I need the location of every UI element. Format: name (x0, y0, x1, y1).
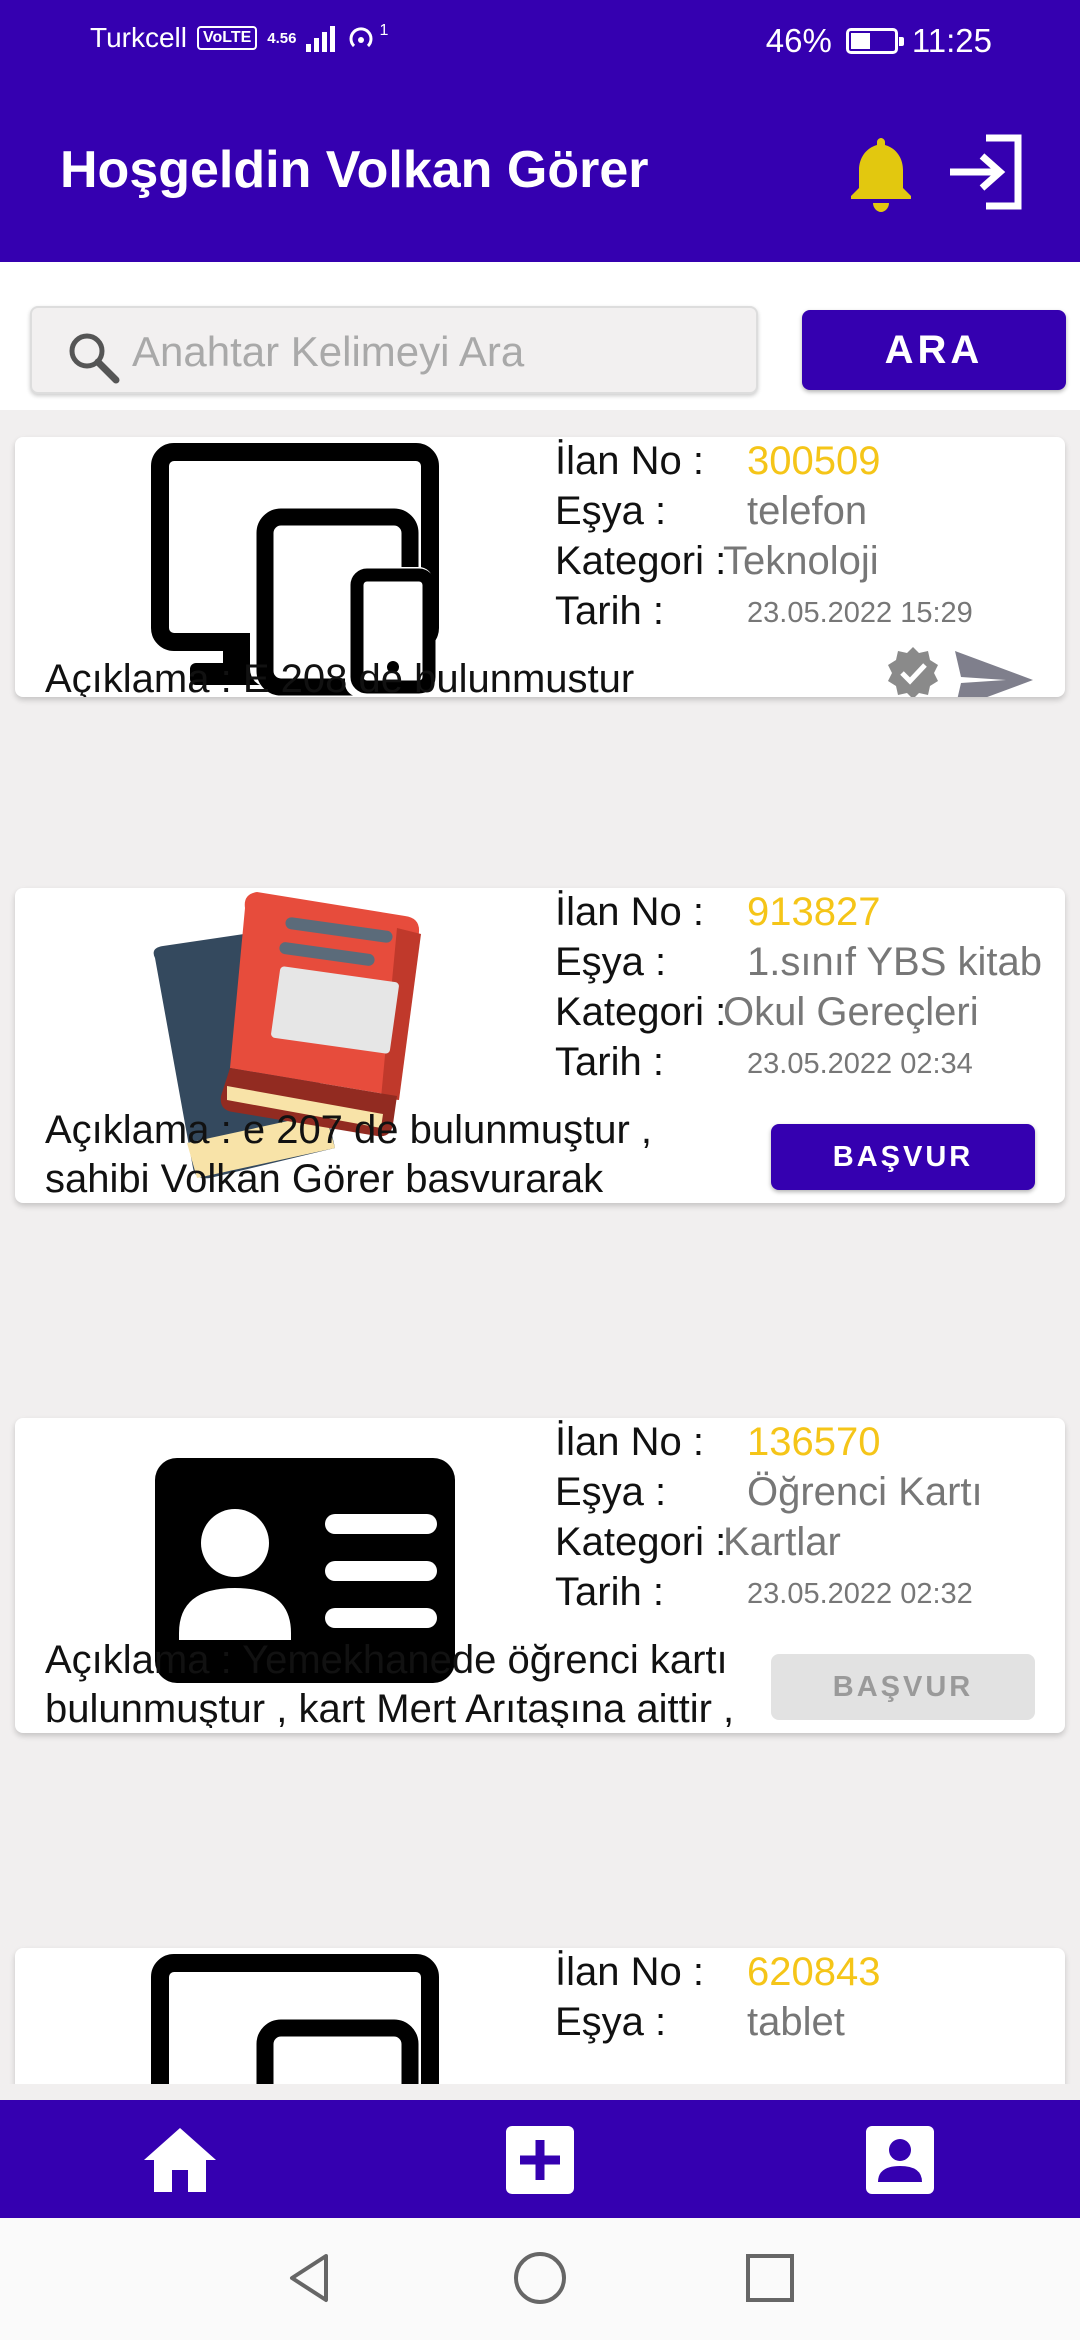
search-input[interactable] (132, 318, 732, 386)
listing-description: Açıklama : Yemekhanede öğrenci kartı bul… (45, 1638, 735, 1728)
listing-card[interactable]: İlan No : 136570 Eşya : Öğrenci Kartı Ka… (15, 1418, 1065, 1733)
hotspot-count: 1 (379, 22, 389, 39)
search-area: ARA (0, 262, 1080, 410)
kategori-value: Teknoloji (723, 539, 879, 583)
ilan-no-label: İlan No : (555, 1950, 704, 1994)
system-nav (0, 2218, 1080, 2340)
bell-icon[interactable] (846, 132, 916, 212)
tarih-label: Tarih : (555, 1040, 664, 1084)
profile-icon[interactable] (862, 2122, 938, 2198)
esya-value: Öğrenci Kartı (747, 1470, 983, 1514)
home-circle-icon[interactable] (510, 2248, 570, 2308)
search-icon (69, 333, 120, 384)
esya-label: Eşya : (555, 489, 667, 533)
verified-badge-icon (888, 647, 938, 697)
tarih-row: Tarih : 23.05.2022 02:32 (555, 1570, 1065, 1630)
search-box[interactable] (30, 306, 758, 394)
listing-card[interactable]: İlan No : 620843 Eşya : tablet (15, 1948, 1065, 2084)
status-left: Turkcell VoLTE 4.56 1 (90, 22, 388, 54)
esya-value: telefon (747, 489, 868, 533)
listing-description: Açıklama : E 208 de bulunmustur (45, 657, 635, 697)
kategori-value: Okul Gereçleri (723, 990, 979, 1034)
esya-value: 1.sınıf YBS kitab (747, 940, 1042, 984)
ilan-no-label: İlan No : (555, 439, 704, 483)
battery-icon (845, 28, 904, 54)
kategori-value: Kartlar (723, 1520, 841, 1564)
tarih-value: 23.05.2022 02:32 (747, 1578, 973, 1610)
network-type: 4.56 (267, 29, 297, 47)
carrier-name: Turkcell (90, 22, 187, 53)
listing-card[interactable]: İlan No : 300509 Eşya : telefon Kategori… (15, 437, 1065, 697)
ilan-no-value: 136570 (747, 1420, 881, 1464)
clock: 11:25 (911, 22, 992, 59)
battery-percent: 46% (765, 22, 832, 59)
status-bar: Turkcell VoLTE 4.56 1 46% 11:25 (0, 0, 1080, 80)
esya-value: tablet (747, 2000, 845, 2044)
status-right: 46% 11:25 (766, 22, 992, 60)
apply-button[interactable]: BAŞVUR (771, 1654, 1035, 1720)
hotspot-icon (349, 27, 373, 48)
tarih-label: Tarih : (555, 1570, 664, 1614)
back-icon[interactable] (280, 2248, 340, 2308)
search-button[interactable]: ARA (802, 310, 1066, 390)
volte-badge: VoLTE (196, 26, 258, 50)
page-title: Hoşgeldin Volkan Görer (60, 141, 649, 199)
apply-button[interactable]: BAŞVUR (771, 1124, 1035, 1190)
ilan-no-label: İlan No : (555, 890, 704, 934)
devices-icon (151, 1954, 439, 2084)
tarih-value: 23.05.2022 02:34 (747, 1048, 973, 1080)
bottom-nav (0, 2100, 1080, 2218)
kategori-label: Kategori : (555, 1520, 727, 1564)
recents-icon[interactable] (740, 2248, 800, 2308)
kategori-label: Kategori : (555, 990, 727, 1034)
esya-label: Eşya : (555, 940, 667, 984)
tarih-value: 23.05.2022 15:29 (747, 597, 973, 629)
signal-icon (306, 24, 336, 52)
listing-card[interactable]: İlan No : 913827 Eşya : 1.sınıf YBS kita… (15, 888, 1065, 1203)
add-icon[interactable] (502, 2122, 578, 2198)
esya-label: Eşya : (555, 1470, 667, 1514)
listing-description: Açıklama : e 207 de bulunmuştur , sahibi… (45, 1108, 652, 1198)
ilan-no-value: 300509 (747, 439, 881, 483)
esya-label: Eşya : (555, 2000, 667, 2044)
tarih-row: Tarih : 23.05.2022 15:29 (555, 589, 1065, 649)
tarih-label: Tarih : (555, 589, 664, 633)
home-icon[interactable] (142, 2122, 218, 2198)
ilan-no-value: 620843 (747, 1950, 881, 1994)
ilan-no-label: İlan No : (555, 1420, 704, 1464)
logout-icon[interactable] (946, 132, 1026, 212)
kategori-label: Kategori : (555, 539, 727, 583)
send-icon[interactable] (951, 645, 1037, 697)
app-bar: Hoşgeldin Volkan Görer (0, 80, 1080, 262)
ilan-no-value: 913827 (747, 890, 881, 934)
esya-row: Eşya : tablet (555, 2000, 1065, 2060)
tarih-row: Tarih : 23.05.2022 02:34 (555, 1040, 1065, 1100)
listing-list[interactable]: İlan No : 300509 Eşya : telefon Kategori… (0, 410, 1080, 2084)
